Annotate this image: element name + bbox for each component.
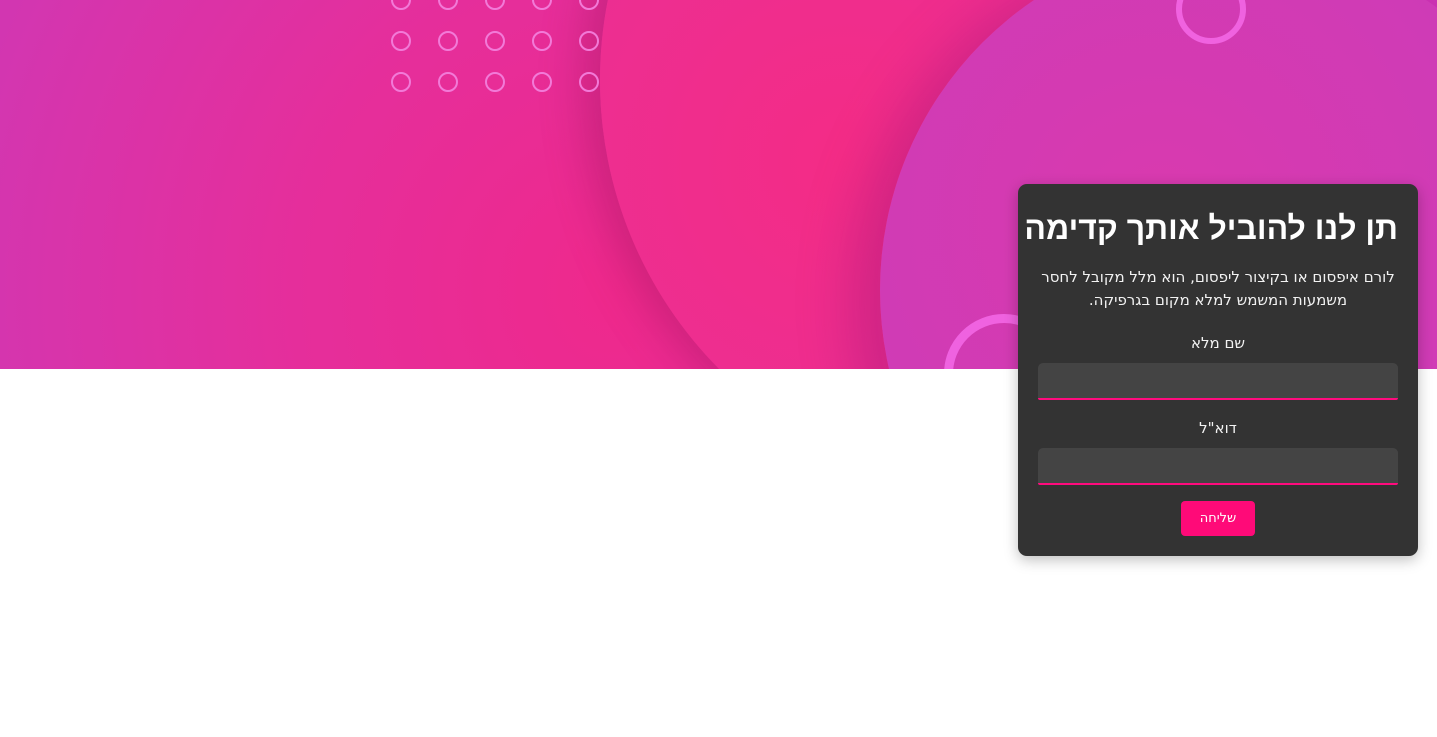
form-title: תן לנו להוביל אותך קדימה: [1024, 210, 1398, 246]
form-description: לורם איפסום או בקיצור ליפסום, הוא מלל מק…: [1041, 268, 1395, 309]
decorative-dot: [438, 0, 458, 10]
decorative-dot: [391, 0, 411, 10]
decorative-dot: [579, 0, 599, 10]
decorative-dots-grid: [391, 0, 599, 92]
email-input[interactable]: [1038, 448, 1398, 485]
full-name-input[interactable]: [1038, 363, 1398, 400]
email-label: דוא"ל: [1199, 419, 1237, 437]
page: תן לנו להוביל אותך קדימה לורם איפסום או …: [0, 0, 1437, 737]
submit-button[interactable]: שליחה: [1181, 501, 1255, 536]
decorative-dot: [579, 31, 599, 51]
decorative-dot: [485, 31, 505, 51]
decorative-dot: [485, 72, 505, 92]
decorative-dot: [391, 72, 411, 92]
decorative-dot: [532, 72, 552, 92]
decorative-dot: [579, 72, 599, 92]
decorative-dot: [532, 0, 552, 10]
full-name-label: שם מלא: [1190, 334, 1246, 352]
lead-form-card: תן לנו להוביל אותך קדימה לורם איפסום או …: [1018, 184, 1418, 556]
decorative-dot: [532, 31, 552, 51]
decorative-dot: [485, 0, 505, 10]
decorative-dot: [391, 31, 411, 51]
decorative-dot: [438, 31, 458, 51]
decorative-dot: [438, 72, 458, 92]
